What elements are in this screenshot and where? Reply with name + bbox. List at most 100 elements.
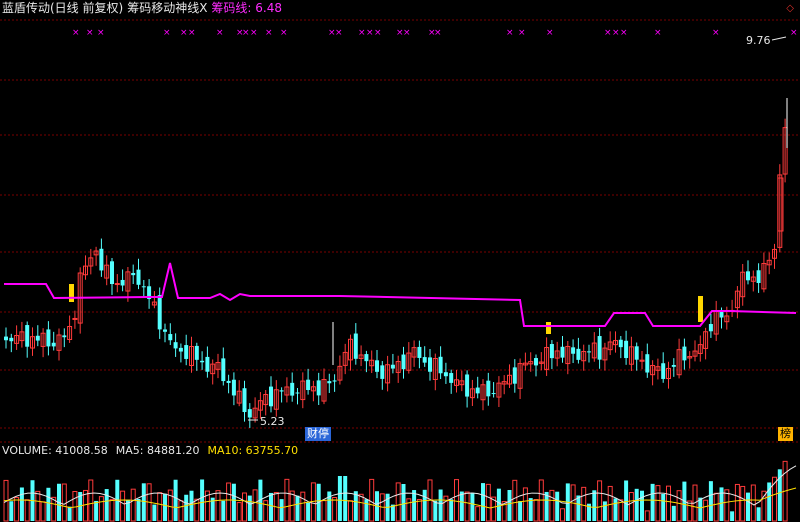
volume-bar (130, 488, 136, 522)
candle-body (72, 317, 78, 320)
volume-bar (67, 506, 72, 521)
volume-bar (306, 502, 311, 521)
volume-bar (449, 499, 454, 521)
volume-value: VOLUME: 41008.58 (2, 444, 108, 457)
volume-bar (703, 499, 709, 522)
candle-body (4, 336, 8, 341)
candle-body (475, 387, 480, 394)
signal-marker: × (374, 28, 382, 38)
volume-bar (104, 489, 109, 521)
volume-bar (613, 498, 618, 521)
volume-bar (337, 476, 342, 521)
signal-marker: × (250, 28, 258, 38)
candle-body (157, 295, 162, 330)
volume-bar (221, 500, 226, 521)
volume-bar (640, 490, 644, 521)
candle-body (295, 392, 300, 394)
candle-body (534, 358, 538, 366)
finance-tag[interactable]: 财停 (305, 427, 331, 441)
candle-body (353, 333, 358, 359)
volume-bar (581, 486, 587, 522)
candle-body (645, 354, 650, 373)
signal-marker: × (506, 28, 514, 38)
volume-bar (184, 494, 189, 521)
candle-body (682, 346, 687, 361)
volume-bar (24, 499, 30, 522)
volume-bar (528, 498, 533, 521)
signal-marker: × (790, 28, 798, 38)
chart-header: 蓝盾传动(日线 前复权) 筹码移动神线X 筹码线: 6.48 (2, 0, 286, 16)
candle-body (576, 348, 581, 360)
signal-marker: × (335, 28, 343, 38)
signal-marker: × (216, 28, 224, 38)
signal-marker: × (97, 28, 105, 38)
volume-bar (295, 495, 300, 521)
candle-body (46, 329, 51, 347)
volume-bar (560, 508, 565, 522)
candle-body (746, 271, 750, 281)
candle-body (35, 335, 40, 341)
volume-bar (576, 495, 581, 521)
candle-body (390, 364, 395, 369)
volume-bar (109, 498, 115, 522)
volume-bar (321, 500, 327, 522)
volume-bar (300, 491, 306, 522)
candle-body (163, 329, 167, 332)
volume-bar (72, 490, 78, 522)
volume-bar (343, 476, 348, 521)
candle-body (247, 409, 252, 418)
signal-marker: × (654, 28, 662, 38)
candle-body (708, 324, 713, 332)
signal-marker: × (280, 28, 288, 38)
volume-bar (730, 511, 735, 521)
diamond-icon[interactable]: ◇ (786, 3, 794, 14)
volume-bar (369, 478, 375, 522)
candle-body (194, 345, 199, 360)
volume-bar (236, 502, 242, 522)
volume-bar (746, 492, 750, 521)
volume-bar (231, 483, 236, 521)
signal-marker: × (612, 28, 620, 38)
volume-bar (40, 501, 46, 522)
volume-bar (740, 485, 746, 522)
volume-bar (454, 479, 459, 522)
high-price-label: 9.76 (746, 34, 771, 47)
signal-marker: × (265, 28, 273, 38)
candle-body (719, 311, 724, 318)
chart-window[interactable]: × × × × × × × × × × × × × × × × × × × × × × × × × × × × × × 9.76 5.23 蓝… (0, 0, 800, 522)
volume-bar (438, 489, 443, 521)
candle-body (332, 380, 337, 382)
list-tag[interactable]: 榜 (778, 427, 793, 441)
volume-bar (713, 492, 719, 522)
volume-bar (173, 479, 178, 521)
volume-bar (88, 479, 94, 522)
volume-bar (152, 504, 157, 521)
candle-body (110, 261, 114, 285)
volume-bar (61, 483, 67, 522)
volume-bar (592, 490, 597, 521)
chip-line-value: 筹码线: 6.48 (211, 1, 282, 15)
candle-body (661, 363, 666, 379)
volume-bar (141, 483, 146, 521)
candle-body (131, 273, 136, 276)
volume-bar (634, 488, 639, 521)
volume-bar (242, 492, 247, 522)
candle-body (226, 380, 231, 383)
volume-bar (136, 499, 141, 521)
signal-marker: × (620, 28, 628, 38)
candle-body (375, 360, 379, 372)
candle-body (242, 388, 247, 413)
candle-body (205, 356, 210, 372)
signal-marker: × (180, 28, 188, 38)
volume-bar (94, 500, 99, 521)
candle-body (200, 360, 205, 363)
signal-marker: × (546, 28, 554, 38)
candle-body (512, 367, 517, 384)
volume-bar (189, 490, 194, 521)
candle-body (178, 347, 183, 352)
candle-body (136, 269, 141, 285)
candle-body (417, 346, 422, 358)
signal-marker: × (434, 28, 442, 38)
volume-bar (644, 510, 650, 522)
volume-bar (157, 492, 163, 522)
